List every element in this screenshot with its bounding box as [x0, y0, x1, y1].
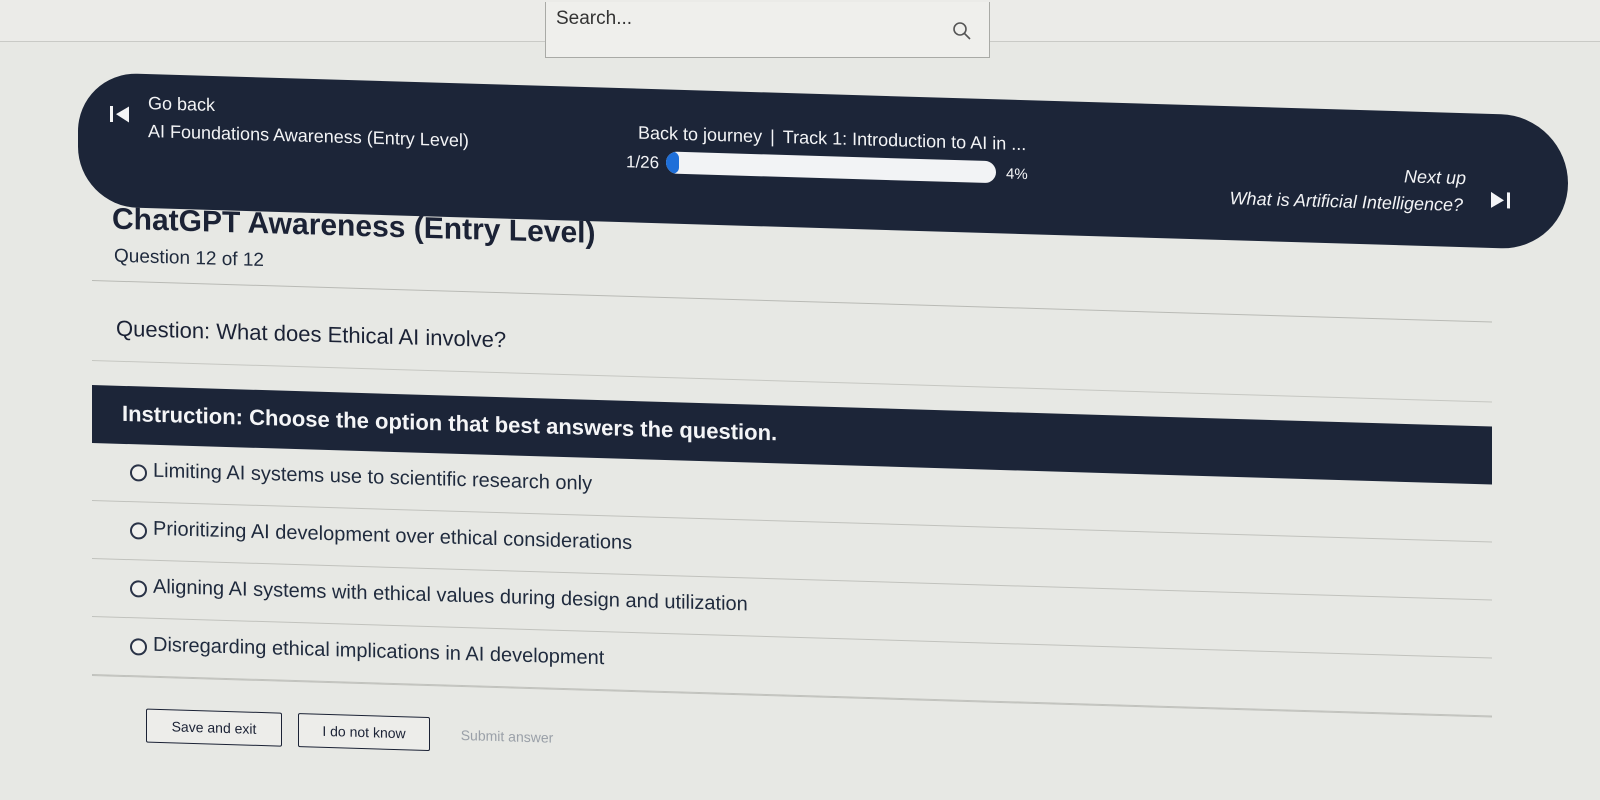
divider — [92, 280, 1492, 323]
save-and-exit-button[interactable]: Save and exit — [146, 708, 282, 747]
skip-to-next-icon[interactable] — [1488, 189, 1512, 212]
question-count: Question 12 of 12 — [114, 245, 264, 272]
quiz-card: ChatGPT Awareness (Entry Level) Question… — [92, 190, 1492, 800]
breadcrumb-separator: | — [770, 126, 775, 147]
go-back-link[interactable]: Go back — [148, 93, 215, 116]
skip-to-start-icon[interactable] — [108, 103, 132, 126]
track-title: Track 1: Introduction to AI in ... — [782, 126, 1027, 155]
quiz-title: ChatGPT Awareness (Entry Level) — [112, 202, 596, 250]
radio-button[interactable] — [130, 638, 147, 656]
breadcrumb: Back to journey | Track 1: Introduction to… — [638, 123, 1026, 156]
next-lesson-title[interactable]: What is Artificial Intelligence? — [1230, 188, 1463, 216]
course-title: AI Foundations Awareness (Entry Level) — [148, 121, 469, 151]
answer-option-label: Prioritizing AI development over ethical… — [153, 517, 633, 555]
next-up-label: Next up — [1403, 166, 1466, 189]
question-text: Question: What does Ethical AI involve? — [116, 316, 506, 354]
step-position: 1/26 — [626, 152, 660, 173]
radio-button[interactable] — [130, 522, 147, 540]
answer-option-label: Disregarding ethical implications in AI … — [153, 633, 605, 670]
radio-button[interactable] — [130, 464, 147, 482]
radio-button[interactable] — [130, 580, 147, 598]
question-label: Question: — [116, 315, 211, 344]
search-icon[interactable] — [951, 20, 973, 42]
progress-bar — [666, 151, 996, 184]
question-body: What does Ethical AI involve? — [216, 318, 507, 353]
answer-option-label: Aligning AI systems with ethical values … — [153, 575, 748, 616]
i-do-not-know-button[interactable]: I do not know — [298, 713, 430, 752]
progress-percent: 4% — [1006, 165, 1028, 184]
progress-fill — [666, 151, 680, 174]
submit-answer-button[interactable]: Submit answer — [447, 718, 567, 756]
search-box[interactable] — [545, 2, 990, 58]
back-to-journey-link[interactable]: Back to journey — [638, 123, 762, 147]
search-input[interactable] — [556, 6, 936, 32]
answer-option-label: Limiting AI systems use to scientific re… — [153, 459, 593, 495]
